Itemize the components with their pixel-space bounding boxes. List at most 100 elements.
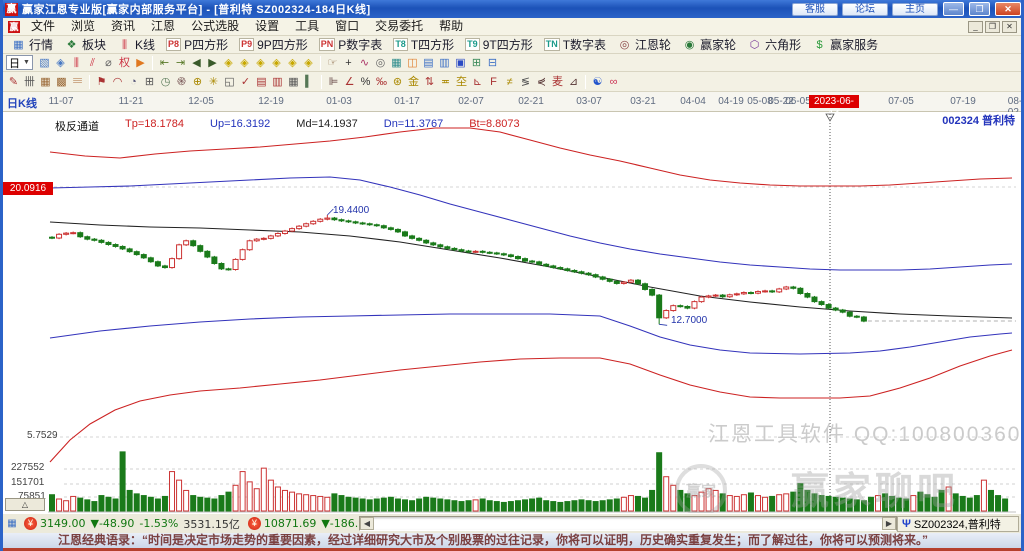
- sector-button[interactable]: ❖ 板块: [59, 37, 111, 53]
- info-icon[interactable]: ◈: [53, 56, 68, 70]
- step-tool-icon[interactable]: ⋞: [534, 75, 549, 89]
- current-stock-box[interactable]: Ψ SZ002324,普利特: [897, 516, 1019, 532]
- matrix-tool-icon[interactable]: ▦: [286, 75, 301, 89]
- gann-diamond-4-icon[interactable]: ◈: [269, 56, 284, 70]
- service-link[interactable]: 客服: [792, 2, 838, 16]
- permille-tool-icon[interactable]: ‰: [374, 75, 389, 89]
- menu-item-4[interactable]: 江恩: [143, 18, 183, 35]
- slope-tool-icon[interactable]: ⊿: [566, 75, 581, 89]
- gann-diamond-5-icon[interactable]: ◈: [285, 56, 300, 70]
- ruler-tool-icon[interactable]: ⊫: [326, 75, 341, 89]
- flag-tool-icon[interactable]: ⚑: [94, 75, 109, 89]
- pen-tool-icon[interactable]: ✎: [6, 75, 21, 89]
- speedline-tool-icon[interactable]: ⊾: [470, 75, 485, 89]
- pane-expand-button[interactable]: △: [5, 498, 45, 511]
- gann-grid-tool-icon[interactable]: 卌: [22, 75, 37, 89]
- gann-box-tool-icon[interactable]: ▦: [38, 75, 53, 89]
- center-tool-icon[interactable]: ⊕: [190, 75, 205, 89]
- mini-chart-icon[interactable]: ◫: [405, 56, 420, 70]
- price-grid-tool-icon[interactable]: ▤: [254, 75, 269, 89]
- yinyang-icon[interactable]: ☯: [590, 75, 605, 89]
- prev-bar-icon[interactable]: ◀: [189, 56, 204, 70]
- scroll-right-arrow[interactable]: ▶: [882, 517, 896, 530]
- band-tool-icon[interactable]: 麦: [550, 75, 565, 89]
- child-minimize-button[interactable]: _: [968, 20, 983, 33]
- wave-measure-icon[interactable]: ∿: [357, 56, 372, 70]
- grid2-tool-icon[interactable]: ⊞: [142, 75, 157, 89]
- quote-grid-icon[interactable]: ▦: [5, 517, 19, 530]
- forum-link[interactable]: 论坛: [842, 2, 888, 16]
- zigzag-tool-icon[interactable]: ✓: [238, 75, 253, 89]
- arc-tool-icon[interactable]: ◠: [110, 75, 125, 89]
- screenshot-icon[interactable]: ▧: [37, 56, 52, 70]
- t-number-table-button[interactable]: TN T数字表: [539, 37, 611, 53]
- histogram-tool-icon[interactable]: ▍: [302, 75, 317, 89]
- save-icon[interactable]: ▣: [453, 56, 468, 70]
- spiral-tool-icon[interactable]: ֎: [174, 75, 189, 89]
- close-button[interactable]: ✕: [995, 2, 1021, 16]
- winner-service-button[interactable]: $ 赢家服务: [807, 37, 883, 53]
- gann-fan-tool-icon[interactable]: 𝄘: [70, 75, 85, 89]
- box-select-tool-icon[interactable]: ◱: [222, 75, 237, 89]
- stats-grid-icon[interactable]: ▦: [389, 56, 404, 70]
- gann-square-tool-icon[interactable]: ▩: [54, 75, 69, 89]
- menu-item-6[interactable]: 设置: [247, 18, 287, 35]
- menu-item-7[interactable]: 工具: [287, 18, 327, 35]
- menu-item-3[interactable]: 资讯: [103, 18, 143, 35]
- child-restore-button[interactable]: ❐: [985, 20, 1000, 33]
- menu-item-8[interactable]: 窗口: [327, 18, 367, 35]
- time-grid-tool-icon[interactable]: ▥: [270, 75, 285, 89]
- scroll-left-arrow[interactable]: ◀: [360, 517, 374, 530]
- updown-tool-icon[interactable]: ⇅: [422, 75, 437, 89]
- network-pc-icon[interactable]: ⊟: [485, 56, 500, 70]
- report-icon[interactable]: ▥: [437, 56, 452, 70]
- channel-tool-icon[interactable]: ≠: [502, 75, 517, 89]
- gann-diamond-1-icon[interactable]: ◈: [221, 56, 236, 70]
- quote-button[interactable]: ▦ 行情: [6, 37, 58, 53]
- home-link[interactable]: 主页: [892, 2, 938, 16]
- menu-item-1[interactable]: 文件: [23, 18, 63, 35]
- cycle-tool-icon[interactable]: ◷: [158, 75, 173, 89]
- gann-diamond-6-icon[interactable]: ◈: [301, 56, 316, 70]
- kline-style-icon[interactable]: ⫼: [69, 56, 84, 70]
- circle-tool-icon[interactable]: ◔: [126, 75, 141, 89]
- play-icon[interactable]: ▶: [133, 56, 148, 70]
- remote-pc-icon[interactable]: ⊞: [469, 56, 484, 70]
- first-page-icon[interactable]: ⇤: [157, 56, 172, 70]
- fib-tool-icon[interactable]: F: [486, 75, 501, 89]
- next-bar-icon[interactable]: ▶: [205, 56, 220, 70]
- menu-item-9[interactable]: 交易委托: [367, 18, 431, 35]
- horizontal-scrollbar[interactable]: ◀ ▶: [359, 516, 897, 531]
- calculator-icon[interactable]: ▤: [421, 56, 436, 70]
- p-square-button[interactable]: P8 P四方形: [161, 37, 233, 53]
- chart-area[interactable]: 极反通道 Tp=18.1784 Up=16.3192 Md=14.1937 Dn=11…: [3, 112, 1021, 516]
- hand-tool-icon[interactable]: ☞: [325, 56, 340, 70]
- child-close-button[interactable]: ✕: [1002, 20, 1017, 33]
- menu-item-5[interactable]: 公式选股: [183, 18, 247, 35]
- period-selector[interactable]: 日 ▼: [6, 55, 33, 70]
- t9-square-button[interactable]: T9 9T四方形: [460, 37, 538, 53]
- star-tool-icon[interactable]: ✳: [206, 75, 221, 89]
- infinity-icon[interactable]: ∞: [606, 75, 621, 89]
- winner-wheel-button[interactable]: ◉ 赢家轮: [677, 37, 741, 53]
- crosshair-tool-icon[interactable]: +: [341, 56, 356, 70]
- percent-tool-icon[interactable]: %: [358, 75, 373, 89]
- minimize-button[interactable]: —: [943, 2, 964, 16]
- kline-button[interactable]: ⫼ K线: [112, 37, 160, 53]
- gann-diamond-3-icon[interactable]: ◈: [253, 56, 268, 70]
- menu-item-10[interactable]: 帮助: [431, 18, 471, 35]
- p9-square-button[interactable]: P9 9P四方形: [234, 37, 313, 53]
- golden-line-tool-icon[interactable]: 金: [406, 75, 421, 89]
- hexagon-button[interactable]: ⬡ 六角形: [742, 37, 806, 53]
- p-number-table-button[interactable]: PN P数字表: [314, 37, 388, 53]
- trend-tool-icon[interactable]: ≶: [518, 75, 533, 89]
- kline-style2-icon[interactable]: ⫽: [85, 56, 100, 70]
- indicator-name[interactable]: 极反通道: [55, 118, 99, 134]
- gold-box-tool-icon[interactable]: 圶: [454, 75, 469, 89]
- golden-circle-tool-icon[interactable]: ⊛: [390, 75, 405, 89]
- platform-tool-icon[interactable]: ≖: [438, 75, 453, 89]
- restore-button[interactable]: ❐: [969, 2, 990, 16]
- menu-item-2[interactable]: 浏览: [63, 18, 103, 35]
- gann-diamond-2-icon[interactable]: ◈: [237, 56, 252, 70]
- angle-tool-icon[interactable]: ∠: [342, 75, 357, 89]
